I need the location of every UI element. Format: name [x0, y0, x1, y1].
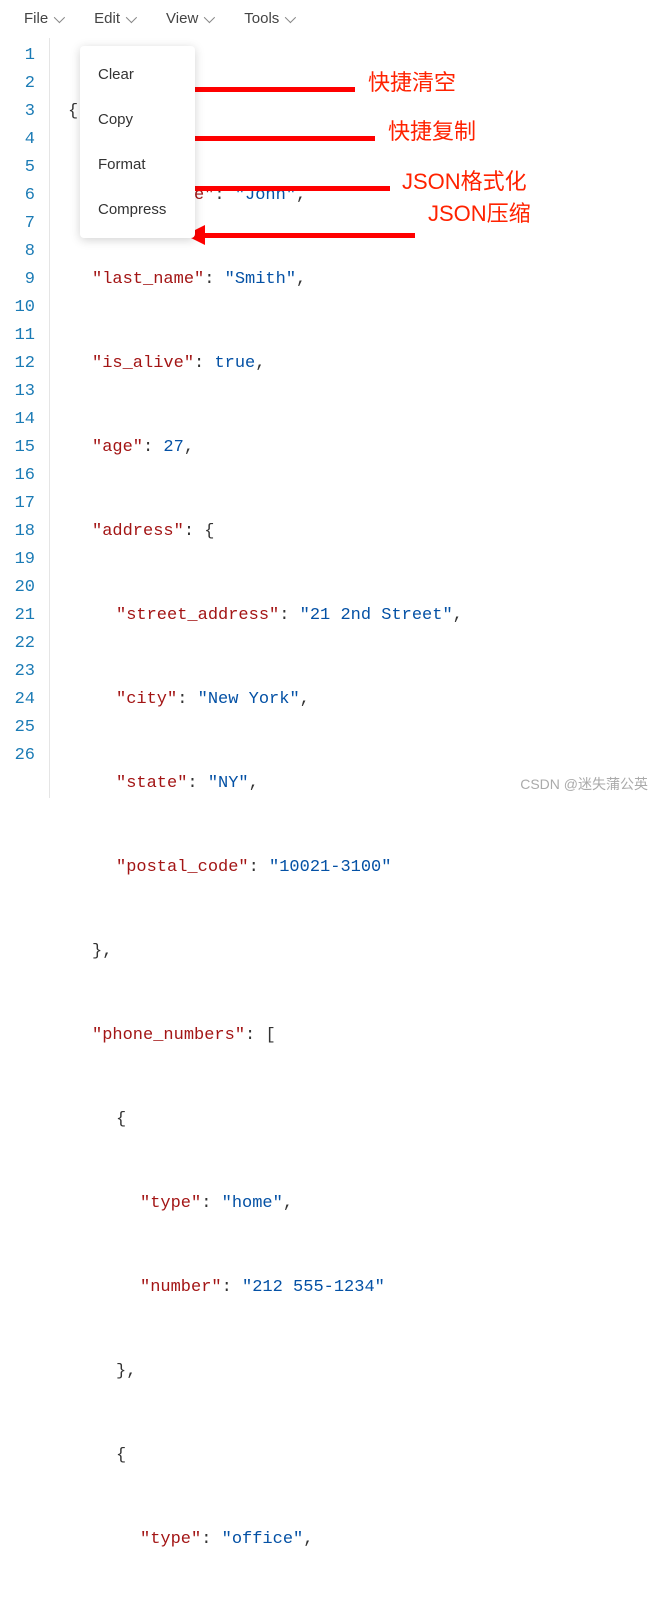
line-number: 10 — [0, 294, 35, 322]
line-number: 23 — [0, 658, 35, 686]
edit-dropdown-menu: Clear Copy Format Compress — [80, 46, 195, 238]
chevron-down-icon — [204, 11, 215, 22]
code-line: "is_alive": true, — [68, 350, 658, 378]
menu-edit-label: Edit — [94, 10, 120, 27]
line-number: 24 — [0, 686, 35, 714]
line-number: 21 — [0, 602, 35, 630]
code-line: "postal_code": "10021-3100" — [68, 854, 658, 882]
line-number: 13 — [0, 378, 35, 406]
line-number: 19 — [0, 546, 35, 574]
code-line: "type": "office", — [68, 1526, 658, 1554]
code-line: }, — [68, 1358, 658, 1386]
line-number: 17 — [0, 490, 35, 518]
line-number: 9 — [0, 266, 35, 294]
menu-file-label: File — [24, 10, 48, 27]
code-line: "street_address": "21 2nd Street", — [68, 602, 658, 630]
code-line: "number": "212 555-1234" — [68, 1274, 658, 1302]
dropdown-item-clear[interactable]: Clear — [80, 52, 195, 97]
line-number: 12 — [0, 350, 35, 378]
dropdown-item-compress[interactable]: Compress — [80, 187, 195, 232]
line-number: 20 — [0, 574, 35, 602]
line-number: 16 — [0, 462, 35, 490]
line-number: 8 — [0, 238, 35, 266]
line-number: 11 — [0, 322, 35, 350]
code-line: "last_name": "Smith", — [68, 266, 658, 294]
dropdown-item-format[interactable]: Format — [80, 142, 195, 187]
line-number: 2 — [0, 70, 35, 98]
watermark: CSDN @迷失蒲公英 — [520, 774, 648, 794]
line-number: 15 — [0, 434, 35, 462]
line-number-gutter: 1 2 3 4 5 6 7 8 9 10 11 12 13 14 15 16 1… — [0, 38, 50, 798]
line-number: 25 — [0, 714, 35, 742]
line-number: 1 — [0, 42, 35, 70]
chevron-down-icon — [126, 11, 137, 22]
code-line: "type": "home", — [68, 1190, 658, 1218]
menu-edit[interactable]: Edit — [94, 10, 134, 27]
chevron-down-icon — [54, 11, 65, 22]
code-line: }, — [68, 938, 658, 966]
chevron-down-icon — [285, 11, 296, 22]
code-line: { — [68, 1442, 658, 1470]
menu-tools[interactable]: Tools — [244, 10, 293, 27]
line-number: 14 — [0, 406, 35, 434]
line-number: 6 — [0, 182, 35, 210]
code-line: "phone_numbers": [ — [68, 1022, 658, 1050]
line-number: 18 — [0, 518, 35, 546]
line-number: 3 — [0, 98, 35, 126]
code-line: "city": "New York", — [68, 686, 658, 714]
menu-view[interactable]: View — [166, 10, 212, 27]
line-number: 7 — [0, 210, 35, 238]
dropdown-item-copy[interactable]: Copy — [80, 97, 195, 142]
menu-view-label: View — [166, 10, 198, 27]
menubar: File Edit View Tools — [0, 0, 658, 38]
code-line: { — [68, 1106, 658, 1134]
line-number: 5 — [0, 154, 35, 182]
menu-tools-label: Tools — [244, 10, 279, 27]
line-number: 26 — [0, 742, 35, 770]
code-line: "age": 27, — [68, 434, 658, 462]
menu-file[interactable]: File — [24, 10, 62, 27]
code-line: "address": { — [68, 518, 658, 546]
line-number: 4 — [0, 126, 35, 154]
line-number: 22 — [0, 630, 35, 658]
